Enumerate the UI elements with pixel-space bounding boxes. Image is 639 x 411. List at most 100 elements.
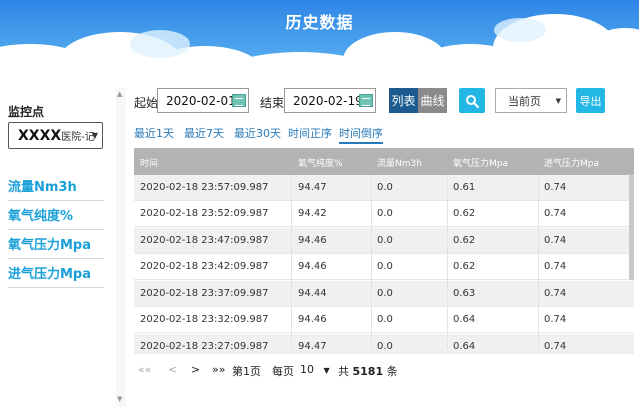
panel-scrollbar[interactable]: ▲ ▼: [116, 88, 126, 406]
cell-inlet-pressure: 0.74: [544, 341, 567, 349]
sidebar-item-oxygen-purity[interactable]: 氧气纯度%: [8, 201, 104, 230]
cell-inlet-pressure: 0.74: [544, 314, 567, 325]
total-prefix: 共: [338, 365, 349, 378]
export-button[interactable]: 导出: [576, 88, 605, 113]
sidebar-item-flow[interactable]: 流量Nm3h: [8, 172, 104, 201]
quick-link-time-desc[interactable]: 时间倒序: [339, 125, 383, 144]
sidebar-item-oxygen-pressure[interactable]: 氧气压力Mpa: [8, 230, 104, 259]
cell-inlet-pressure: 0.74: [544, 261, 567, 272]
cell-oxygen-purity: 94.46: [298, 314, 327, 325]
list-view-button[interactable]: 列表: [389, 88, 418, 113]
end-date-value: 2020-02-19: [293, 93, 363, 108]
quick-link-30-days[interactable]: 最近30天: [234, 125, 281, 141]
start-label: 起始: [134, 96, 159, 110]
column-header-oxygen-purity[interactable]: 氧气纯度%: [298, 156, 343, 169]
cell-time: 2020-02-18 23:42:09.987: [140, 261, 269, 272]
cell-oxygen-pressure: 0.62: [453, 261, 476, 272]
table-row[interactable]: 2020-02-18 23:32:09.987 94.46 0.0 0.64 0…: [134, 307, 634, 333]
per-page-label: 每页: [272, 365, 294, 378]
caret-down-icon: ▼: [91, 131, 98, 140]
export-scope-value: 当前页: [508, 94, 541, 108]
end-date-input[interactable]: 2020-02-19: [284, 88, 376, 113]
column-header-oxygen-pressure[interactable]: 氧气压力Mpa: [453, 156, 508, 169]
cell-flow: 0.0: [377, 208, 393, 219]
cell-time: 2020-02-18 23:57:09.987: [140, 182, 269, 193]
table-row[interactable]: 2020-02-18 23:42:09.987 94.46 0.0 0.62 0…: [134, 254, 634, 280]
cell-oxygen-pressure: 0.64: [453, 341, 476, 349]
sidebar-item-inlet-pressure[interactable]: 进气压力Mpa: [8, 259, 104, 288]
table-row[interactable]: 2020-02-18 23:52:09.987 94.42 0.0 0.62 0…: [134, 201, 634, 227]
per-page-value: 10: [300, 363, 314, 376]
start-date-value: 2020-02-01: [166, 93, 236, 108]
current-page-label: 第1页: [232, 365, 261, 378]
column-divider: [371, 175, 372, 349]
cell-flow: 0.0: [377, 341, 393, 349]
per-page-select[interactable]: 10 ▼: [300, 363, 330, 376]
cell-time: 2020-02-18 23:52:09.987: [140, 208, 269, 219]
search-button[interactable]: [459, 88, 485, 113]
cell-oxygen-pressure: 0.62: [453, 208, 476, 219]
cell-inlet-pressure: 0.74: [544, 288, 567, 299]
calendar-icon[interactable]: [359, 94, 373, 107]
cell-flow: 0.0: [377, 182, 393, 193]
cell-time: 2020-02-18 23:32:09.987: [140, 314, 269, 325]
cell-inlet-pressure: 0.74: [544, 182, 567, 193]
cell-time: 2020-02-18 23:27:09.987: [140, 341, 269, 349]
cell-time: 2020-02-18 23:37:09.987: [140, 288, 269, 299]
cell-flow: 0.0: [377, 314, 393, 325]
search-icon: [466, 94, 479, 108]
column-divider: [538, 175, 539, 349]
caret-down-icon: ▼: [323, 366, 330, 375]
next-page-button[interactable]: >: [191, 363, 200, 376]
export-scope-select[interactable]: 当前页 ▼: [495, 88, 567, 113]
device-select[interactable]: XXXX 医院-记 ▼: [8, 122, 103, 149]
cell-flow: 0.0: [377, 261, 393, 272]
total-count: 5181: [352, 365, 384, 378]
total-records: 共 5181 条: [338, 363, 398, 379]
cell-flow: 0.0: [377, 235, 393, 246]
quick-link-1-day[interactable]: 最近1天: [134, 125, 174, 141]
cell-oxygen-purity: 94.46: [298, 235, 327, 246]
page-title: 历史数据: [285, 13, 354, 32]
caret-down-icon: ▼: [555, 97, 561, 105]
table-header: 时间 氧气纯度% 流量Nm3h 氧气压力Mpa 进气压力Mpa: [134, 148, 634, 175]
cell-oxygen-purity: 94.47: [298, 182, 327, 193]
cell-oxygen-purity: 94.46: [298, 261, 327, 272]
scroll-up-icon[interactable]: ▲: [117, 90, 122, 98]
column-header-inlet-pressure[interactable]: 进气压力Mpa: [544, 156, 599, 169]
end-label: 结束: [260, 96, 285, 110]
cell-inlet-pressure: 0.74: [544, 235, 567, 246]
page-header: 历史数据: [0, 0, 639, 78]
start-date-input[interactable]: 2020-02-01: [157, 88, 249, 113]
table-horizontal-scrollbar[interactable]: [134, 349, 634, 354]
device-suffix: 医院-记: [61, 132, 95, 143]
cell-flow: 0.0: [377, 288, 393, 299]
calendar-icon[interactable]: [232, 94, 246, 107]
table-row[interactable]: 2020-02-18 23:27:09.987 94.47 0.0 0.64 0…: [134, 334, 634, 349]
table-row[interactable]: 2020-02-18 23:47:09.987 94.46 0.0 0.62 0…: [134, 228, 634, 254]
quick-link-time-asc[interactable]: 时间正序: [288, 125, 332, 141]
cell-time: 2020-02-18 23:47:09.987: [140, 235, 269, 246]
cell-oxygen-purity: 94.42: [298, 208, 327, 219]
first-page-button[interactable]: ««: [138, 363, 151, 376]
last-page-button[interactable]: »»: [212, 363, 225, 376]
cell-oxygen-purity: 94.47: [298, 341, 327, 349]
table-row[interactable]: 2020-02-18 23:37:09.987 94.44 0.0 0.63 0…: [134, 281, 634, 307]
cell-oxygen-pressure: 0.62: [453, 235, 476, 246]
history-table: 时间 氧气纯度% 流量Nm3h 氧气压力Mpa 进气压力Mpa 2020-02-…: [134, 148, 634, 349]
column-divider: [291, 175, 292, 349]
column-divider: [447, 175, 448, 349]
device-name: XXXX: [18, 127, 62, 144]
cell-oxygen-pressure: 0.64: [453, 314, 476, 325]
scroll-down-icon[interactable]: ▼: [117, 395, 122, 403]
quick-link-7-days[interactable]: 最近7天: [184, 125, 224, 141]
column-header-time[interactable]: 时间: [140, 156, 158, 169]
cell-oxygen-pressure: 0.61: [453, 182, 476, 193]
table-scrollbar-thumb[interactable]: [629, 175, 634, 280]
prev-page-button[interactable]: <: [168, 363, 177, 376]
column-header-flow[interactable]: 流量Nm3h: [377, 156, 422, 169]
total-suffix: 条: [386, 365, 398, 378]
table-row[interactable]: 2020-02-18 23:57:09.987 94.47 0.0 0.61 0…: [134, 175, 634, 201]
cell-oxygen-pressure: 0.63: [453, 288, 476, 299]
curve-view-button[interactable]: 曲线: [418, 88, 447, 113]
